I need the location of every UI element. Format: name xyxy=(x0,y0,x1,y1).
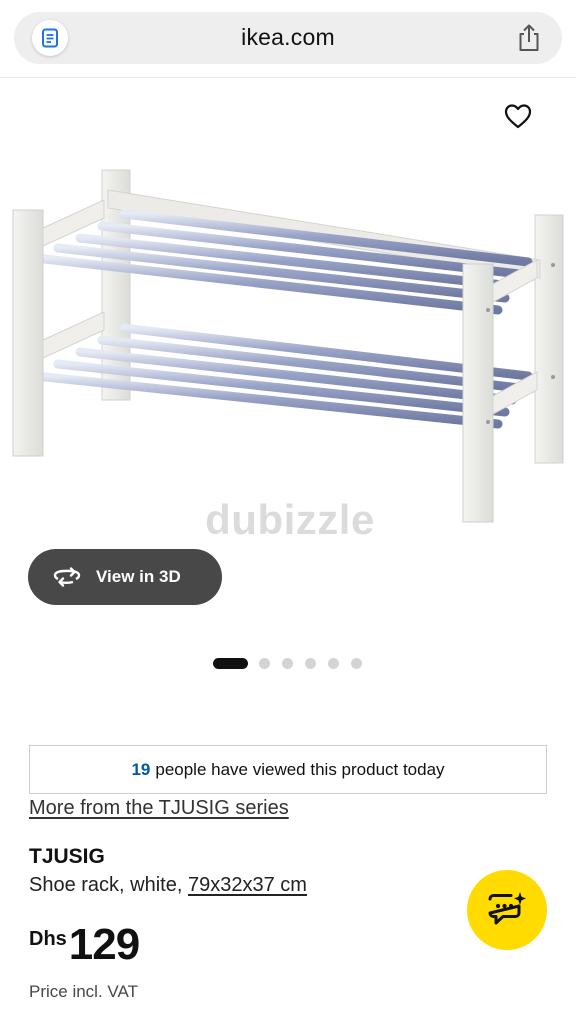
views-text: people have viewed this product today xyxy=(155,759,445,779)
share-icon xyxy=(519,24,539,51)
product-image[interactable] xyxy=(0,160,576,540)
product-name: TJUSIG xyxy=(29,845,105,868)
share-button[interactable] xyxy=(514,22,544,54)
address-bar[interactable]: ikea.com xyxy=(14,12,562,64)
pagination-dot-active[interactable] xyxy=(213,657,248,669)
image-pagination[interactable] xyxy=(213,657,374,669)
heart-icon xyxy=(504,104,532,129)
chat-assistant-button[interactable] xyxy=(467,870,547,950)
product-type: Shoe rack, white, xyxy=(29,874,188,896)
product-dimensions-link[interactable]: 79x32x37 cm xyxy=(188,874,307,896)
price-amount: 129 xyxy=(68,920,140,969)
pagination-dot[interactable] xyxy=(328,657,339,669)
series-link[interactable]: More from the TJUSIG series xyxy=(29,797,289,820)
product-description: Shoe rack, white, 79x32x37 cm xyxy=(29,874,307,897)
views-count: 19 xyxy=(131,759,151,779)
chat-sparkle-icon xyxy=(488,892,526,925)
pagination-dot[interactable] xyxy=(305,657,316,669)
product-price: Dhs 129 xyxy=(29,920,140,970)
price-note: Price incl. VAT xyxy=(29,982,138,1001)
url-text[interactable]: ikea.com xyxy=(14,24,562,51)
pagination-dot[interactable] xyxy=(351,657,362,669)
pagination-dot[interactable] xyxy=(259,657,270,669)
price-currency: Dhs xyxy=(29,928,67,950)
watermark: dubizzle xyxy=(205,496,375,543)
view-in-3d-button[interactable]: View in 3D xyxy=(28,549,222,605)
pagination-dot[interactable] xyxy=(282,657,293,669)
view-in-3d-label: View in 3D xyxy=(96,567,181,586)
favorite-button[interactable] xyxy=(500,98,536,134)
views-today-banner: 19 people have viewed this product today xyxy=(29,745,547,794)
browser-toolbar: ikea.com xyxy=(0,0,576,78)
rotate-3d-icon xyxy=(53,567,81,587)
